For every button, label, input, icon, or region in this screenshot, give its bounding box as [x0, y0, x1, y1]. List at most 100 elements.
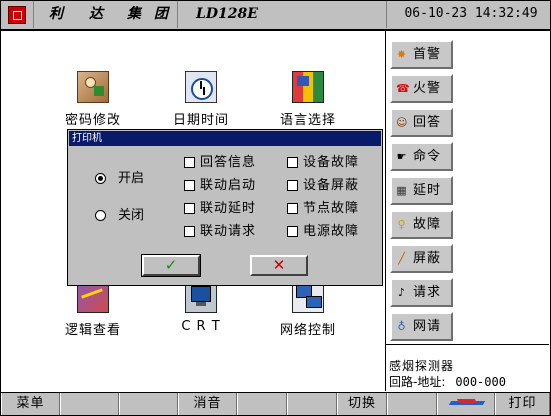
delay-button[interactable]: ▦ 延时 — [390, 176, 453, 205]
checkbox-label: 节点故障 — [303, 201, 360, 216]
checkbox-answer-info[interactable]: 回答信息 — [184, 154, 256, 172]
title-char-2: 达 — [89, 6, 103, 22]
function-panel: ✸ 首警 ☎ 火警 ☺ 回答 ☛ 命令 ▦ 延时 ♀ 故障 ╱ 屏蔽 ♪ 请求 … — [385, 31, 550, 392]
app-datetime[interactable]: 日期时间 — [151, 71, 251, 128]
checkbox[interactable] — [184, 203, 195, 214]
checkbox-device-shield[interactable]: 设备屏蔽 — [287, 177, 359, 195]
app-password[interactable]: 密码修改 — [43, 71, 143, 128]
radio-label: 关闭 — [118, 208, 145, 223]
answer-button[interactable]: ☺ 回答 — [390, 108, 453, 137]
title-char-4: 团 — [154, 6, 168, 22]
shield-button[interactable]: ╱ 屏蔽 — [390, 244, 453, 273]
checkbox-label: 设备故障 — [303, 155, 360, 170]
radio-disable[interactable]: 关闭 — [95, 207, 144, 225]
app-label: 密码修改 — [64, 113, 121, 128]
app-label: 日期时间 — [172, 113, 229, 128]
app-label: C R T — [181, 319, 221, 334]
command-icon: ☛ — [396, 150, 407, 163]
title-bar: 利 达 集 团 LD128E 06-10-23 14:32:49 — [1, 1, 550, 31]
language-icon — [292, 71, 324, 103]
bottom-empty-slot — [387, 393, 437, 415]
app-language[interactable]: 语言选择 — [258, 71, 358, 128]
radio-label: 开启 — [118, 171, 145, 186]
switch-button[interactable]: 切换 — [337, 393, 387, 415]
delay-icon: ▦ — [396, 184, 407, 197]
app-label: 语言选择 — [279, 113, 336, 128]
checkbox-device-fault[interactable]: 设备故障 — [287, 154, 359, 172]
title-char-1: 利 — [49, 6, 63, 22]
ok-button[interactable]: ✓ — [141, 254, 201, 277]
bottom-empty-slot — [287, 393, 337, 415]
mute-button[interactable]: 消音 — [178, 393, 237, 415]
address-value: 000-000 — [455, 375, 506, 389]
close-icon: ✕ — [272, 256, 286, 274]
print-button[interactable]: 打印 — [495, 393, 550, 415]
checkbox-label: 设备屏蔽 — [303, 178, 360, 193]
address-line: 回路-地址: 000-000 — [389, 373, 506, 390]
bottom-empty-slot — [60, 393, 119, 415]
request-icon: ♪ — [397, 286, 406, 299]
app-network[interactable]: 网络控制 — [258, 281, 358, 338]
fault-icon: ♀ — [397, 218, 406, 231]
dialog-title: 打印机 — [69, 131, 381, 146]
button-label: 火警 — [413, 81, 442, 96]
app-label: 逻辑查看 — [64, 323, 121, 338]
password-icon — [77, 71, 109, 103]
checkbox-node-fault[interactable]: 节点故障 — [287, 200, 359, 218]
menu-button[interactable]: 菜单 — [1, 393, 60, 415]
command-button[interactable]: ☛ 命令 — [390, 142, 453, 171]
checkbox-label: 联动延时 — [200, 201, 257, 216]
clock-icon — [185, 71, 217, 103]
radio-button[interactable] — [95, 210, 106, 221]
checkmark-icon: ✓ — [164, 256, 178, 274]
title-divider — [33, 1, 34, 28]
app-logic[interactable]: 逻辑查看 — [43, 281, 143, 338]
checkbox[interactable] — [184, 157, 195, 168]
company-logo-icon — [8, 6, 26, 24]
fault-button[interactable]: ♀ 故障 — [390, 210, 453, 239]
checkbox[interactable] — [184, 180, 195, 191]
checkbox[interactable] — [287, 203, 298, 214]
first-alarm-button[interactable]: ✸ 首警 — [390, 40, 453, 69]
brand-logo-icon — [450, 399, 484, 409]
network-request-icon: ♁ — [397, 320, 406, 333]
checkbox-label: 联动请求 — [200, 224, 257, 239]
radio-enable[interactable]: 开启 — [95, 170, 144, 188]
button-label: 命令 — [413, 149, 442, 164]
checkbox-label: 回答信息 — [200, 155, 257, 170]
title-divider — [177, 1, 178, 28]
checkbox-linkage-start[interactable]: 联动启动 — [184, 177, 256, 195]
fire-alarm-button[interactable]: ☎ 火警 — [390, 74, 453, 103]
button-label: 首警 — [413, 47, 442, 62]
app-label: 网络控制 — [279, 323, 336, 338]
radio-button-selected[interactable] — [95, 173, 106, 184]
device-status-box: 感烟探测器 回路-地址: 000-000 — [386, 344, 549, 392]
shield-icon: ╱ — [398, 252, 405, 265]
fire-alarm-icon: ☎ — [396, 82, 410, 95]
button-label: 网请 — [413, 319, 442, 334]
button-label: 屏蔽 — [413, 251, 442, 266]
address-label: 回路-地址: — [389, 375, 446, 389]
checkbox-label: 联动启动 — [200, 178, 257, 193]
checkbox[interactable] — [184, 226, 195, 237]
datetime-display: 06-10-23 14:32:49 — [404, 6, 538, 21]
checkbox-label: 电源故障 — [303, 224, 360, 239]
app-crt[interactable]: C R T — [151, 281, 251, 334]
model-name: LD128E — [196, 6, 258, 22]
checkbox[interactable] — [287, 157, 298, 168]
button-label: 回答 — [413, 115, 442, 130]
title-divider — [386, 1, 387, 28]
request-button[interactable]: ♪ 请求 — [390, 278, 453, 307]
answer-icon: ☺ — [396, 116, 408, 129]
button-label: 延时 — [413, 183, 442, 198]
checkbox-linkage-request[interactable]: 联动请求 — [184, 223, 256, 241]
checkbox[interactable] — [287, 180, 298, 191]
checkbox-power-fault[interactable]: 电源故障 — [287, 223, 359, 241]
checkbox[interactable] — [287, 226, 298, 237]
cancel-button[interactable]: ✕ — [250, 255, 308, 276]
device-type: 感烟探测器 — [389, 359, 455, 373]
network-request-button[interactable]: ♁ 网请 — [390, 312, 453, 341]
checkbox-linkage-delay[interactable]: 联动延时 — [184, 200, 256, 218]
bottom-empty-slot — [119, 393, 178, 415]
first-alarm-icon: ✸ — [396, 48, 407, 61]
